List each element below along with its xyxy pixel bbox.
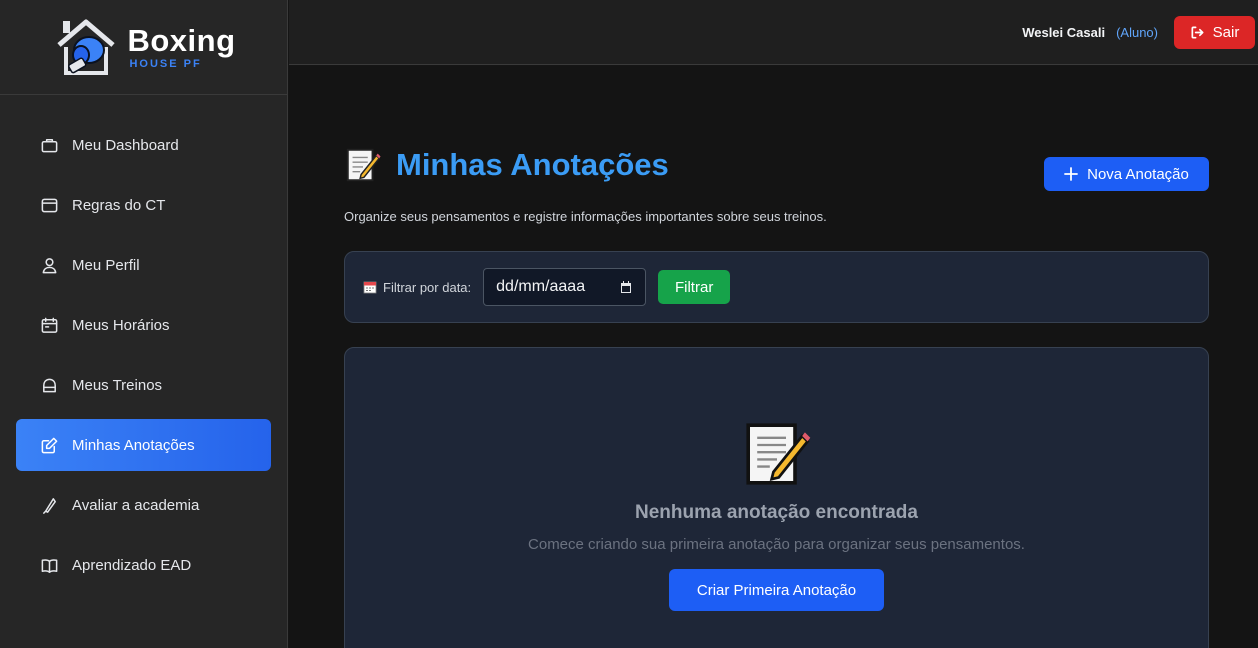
- date-filter-input[interactable]: dd/mm/aaaa: [483, 268, 647, 306]
- page-subtitle: Organize seus pensamentos e registre inf…: [344, 209, 827, 224]
- book-open-icon: [40, 556, 59, 575]
- user-icon: [40, 256, 59, 275]
- logout-icon: [1191, 26, 1204, 38]
- window-icon: [40, 196, 59, 215]
- sidebar-item-profile[interactable]: Meu Perfil: [16, 239, 271, 291]
- logout-label: Sair: [1212, 23, 1240, 41]
- topbar: Weslei Casali (Aluno) Sair: [289, 0, 1258, 65]
- sidebar-item-schedule[interactable]: Meus Horários: [16, 299, 271, 351]
- sidebar: Boxing HOUSE PF Meu Dashboard Regras do …: [0, 0, 288, 648]
- sidebar-item-label: Avaliar a academia: [72, 496, 200, 514]
- sidebar-item-rules[interactable]: Regras do CT: [16, 179, 271, 231]
- boxing-glove-house-logo: [57, 19, 116, 75]
- sidebar-item-label: Regras do CT: [72, 196, 166, 214]
- logout-button[interactable]: Sair: [1174, 15, 1255, 49]
- sidebar-item-rate-gym[interactable]: Avaliar a academia: [16, 479, 271, 531]
- main-content: Minhas Anotações Organize seus pensament…: [289, 66, 1258, 648]
- briefcase-icon: [40, 136, 59, 155]
- calendar-picker-icon[interactable]: [619, 280, 633, 294]
- user-role: (Aluno): [1116, 24, 1158, 40]
- brand-logo[interactable]: Boxing HOUSE PF: [0, 0, 287, 95]
- sidebar-item-dashboard[interactable]: Meu Dashboard: [16, 119, 271, 171]
- memo-icon: [346, 148, 381, 182]
- sidebar-item-label: Aprendizado EAD: [72, 556, 192, 574]
- brand-subtitle: HOUSE PF: [129, 57, 202, 70]
- filter-label-text: Filtrar por data:: [383, 279, 472, 295]
- new-note-label: Nova Anotação: [1087, 165, 1189, 183]
- dumbbell-icon: [40, 376, 59, 395]
- sidebar-item-ead[interactable]: Aprendizado EAD: [16, 539, 271, 591]
- new-note-button[interactable]: Nova Anotação: [1044, 157, 1209, 191]
- calendar-icon: [40, 316, 59, 335]
- filter-card: Filtrar por data: dd/mm/aaaa Filtrar: [344, 251, 1209, 323]
- empty-state-description: Comece criando sua primeira anotação par…: [528, 536, 1025, 553]
- calendar-emoji-icon: [363, 281, 377, 294]
- date-input-value: dd/mm/aaaa: [496, 278, 586, 295]
- user-name: Weslei Casali: [1022, 24, 1106, 40]
- create-first-note-button[interactable]: Criar Primeira Anotação: [669, 569, 884, 611]
- feather-icon: [40, 496, 59, 515]
- sidebar-item-label: Meus Treinos: [72, 376, 163, 394]
- sidebar-item-label: Meu Dashboard: [72, 136, 179, 154]
- empty-state-title: Nenhuma anotação encontrada: [635, 502, 918, 523]
- sidebar-item-label: Meu Perfil: [72, 256, 140, 274]
- sidebar-nav: Meu Dashboard Regras do CT Meu Perfil Me…: [16, 119, 271, 599]
- memo-icon: [745, 423, 810, 485]
- sidebar-item-label: Minhas Anotações: [72, 436, 195, 454]
- plus-icon: [1064, 167, 1079, 181]
- filter-label: Filtrar por data:: [363, 280, 471, 295]
- sidebar-item-notes[interactable]: Minhas Anotações: [16, 419, 271, 471]
- edit-icon: [40, 436, 59, 455]
- sidebar-item-workouts[interactable]: Meus Treinos: [16, 359, 271, 411]
- page-title: Minhas Anotações: [396, 147, 669, 182]
- sidebar-item-label: Meus Horários: [72, 316, 170, 334]
- filter-button[interactable]: Filtrar: [658, 270, 731, 304]
- empty-state-card: Nenhuma anotação encontrada Comece crian…: [344, 347, 1209, 648]
- brand-title: Boxing: [127, 22, 236, 58]
